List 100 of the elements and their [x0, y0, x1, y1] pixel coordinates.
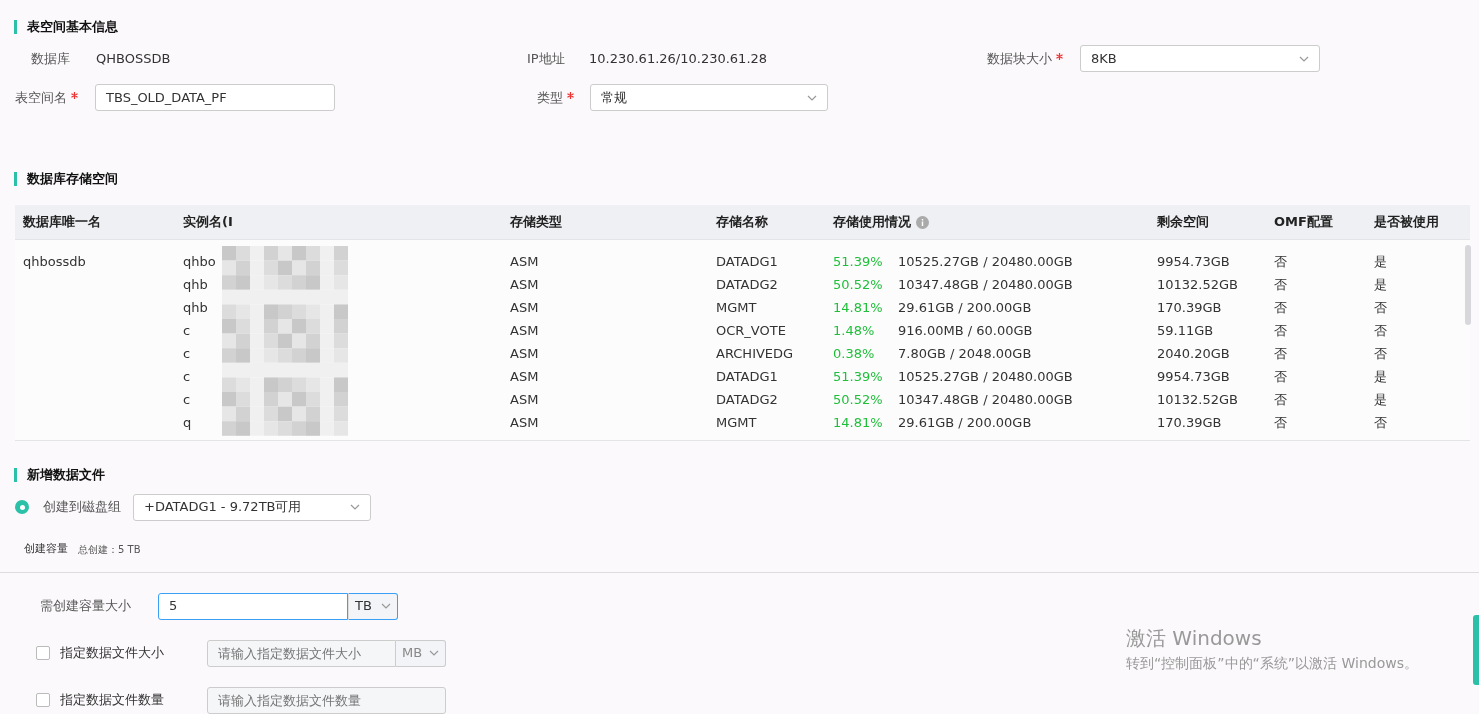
- usage-percent: 51.39%: [833, 252, 884, 271]
- section-title: 表空间基本信息: [14, 20, 1479, 34]
- text-input[interactable]: 5: [158, 592, 348, 620]
- table-cell-text: 否: [1374, 298, 1388, 317]
- table-cell-text: 是: [1374, 275, 1388, 294]
- table-cell: 916.00MB / 60.00GB: [898, 322, 1033, 338]
- column-header: 是否被使用: [1374, 213, 1440, 232]
- table-cell-text: 否: [1274, 344, 1288, 363]
- table-cell-text: qhb: [183, 275, 209, 294]
- table-cell-text: DATADG2: [716, 390, 779, 409]
- field-label: 数据库: [31, 49, 70, 68]
- field-label: 表空间名: [15, 88, 67, 107]
- checkbox[interactable]: [36, 693, 50, 707]
- unit-select[interactable]: TB: [348, 592, 398, 620]
- table-cell-text: 否: [1274, 298, 1288, 317]
- table-cell-text: ASM: [510, 252, 540, 271]
- table-cell-text: DATADG1: [716, 252, 779, 271]
- table-cell-text: 否: [1274, 321, 1288, 340]
- column-header: 数据库唯一名: [23, 213, 102, 232]
- column-header: 剩余空间: [1157, 213, 1210, 232]
- table-cell-text: 2040.20GB: [1157, 344, 1231, 363]
- field-label: 数据块大小: [987, 49, 1052, 68]
- checkbox[interactable]: [36, 646, 50, 660]
- select-field[interactable]: +DATADG1 - 9.72TB可用: [133, 493, 371, 521]
- table-cell-text: 否: [1374, 321, 1388, 340]
- table-cell-text: 9954.73GB: [1157, 252, 1231, 271]
- table-cell-text: MGMT: [716, 413, 758, 432]
- chevron-down-icon: [807, 94, 817, 101]
- table-cell-text: 是: [1374, 390, 1388, 409]
- table-cell: 10347.48GB / 20480.00GB: [898, 391, 1073, 407]
- table-cell-text: 是: [1374, 252, 1388, 271]
- field-label: IP地址: [527, 49, 565, 68]
- table-cell-text: ASM: [510, 390, 540, 409]
- table-cell-text: 10132.52GB: [1157, 275, 1240, 294]
- table-cell-text: OCR_VOTE: [716, 321, 787, 340]
- field-label: 需创建容量大小: [40, 597, 132, 616]
- table-cell: 29.61GB / 200.00GB: [898, 414, 1032, 430]
- table-cell-text: DATADG2: [716, 275, 779, 294]
- table-cell-text: ASM: [510, 367, 540, 386]
- chevron-down-icon: [429, 650, 439, 656]
- checkbox-label: 指定数据文件大小: [60, 644, 165, 663]
- usage-percent: 14.81%: [833, 298, 884, 317]
- usage-percent: 50.52%: [833, 275, 884, 294]
- table-cell-text: 170.39GB: [1157, 298, 1223, 317]
- table-cell-text: 否: [1274, 252, 1288, 271]
- column-header: 存储类型: [510, 213, 563, 232]
- usage-percent: 1.48%: [833, 321, 876, 340]
- table-cell-text: 170.39GB: [1157, 413, 1223, 432]
- chevron-down-icon: [1299, 55, 1309, 62]
- activation-title: 激活 Windows: [1126, 625, 1263, 652]
- table-cell-text: 否: [1374, 413, 1388, 432]
- table-cell-text: 否: [1274, 413, 1288, 432]
- field-value: 10.230.61.26/10.230.61.28: [589, 49, 768, 68]
- table-cell-text: ASM: [510, 413, 540, 432]
- table-cell-text: 9954.73GB: [1157, 367, 1231, 386]
- table-cell: 10525.27GB / 20480.00GB: [898, 253, 1073, 269]
- chevron-down-icon: [350, 504, 360, 510]
- table-cell-text: ASM: [510, 275, 540, 294]
- scrollbar-thumb[interactable]: [1465, 245, 1471, 325]
- table-cell: 7.80GB / 2048.00GB: [898, 345, 1032, 361]
- table-cell: 10525.27GB / 20480.00GB: [898, 368, 1073, 384]
- table-cell-text: DATADG1: [716, 367, 779, 386]
- column-header: 存储使用情况: [833, 212, 1157, 232]
- table-cell-text: ASM: [510, 321, 540, 340]
- usage-percent: 50.52%: [833, 390, 884, 409]
- table-cell-text: 10132.52GB: [1157, 390, 1240, 409]
- table-cell-text: 否: [1374, 344, 1388, 363]
- column-header: 实例名(I: [183, 213, 234, 232]
- table-cell-text: 否: [1274, 390, 1288, 409]
- table-cell-text: qhb: [183, 298, 209, 317]
- column-header: OMF配置: [1274, 213, 1334, 232]
- section-title: 数据库存储空间: [14, 172, 1479, 186]
- checkbox-label: 指定数据文件数量: [60, 691, 165, 710]
- table-cell-text: ARCHIVEDG: [716, 344, 795, 363]
- section-title: 新增数据文件: [14, 468, 1479, 482]
- table-cell-text: 59.11GB: [1157, 321, 1215, 340]
- select-field[interactable]: 8KB: [1080, 45, 1320, 72]
- capacity-summary: 总创建：5 TB: [78, 542, 141, 557]
- table-cell-text: 否: [1274, 367, 1288, 386]
- field-value: QHBOSSDB: [96, 49, 171, 68]
- table-cell-text: 是: [1374, 367, 1388, 386]
- table-cell-text: 否: [1274, 275, 1288, 294]
- side-tab[interactable]: [1473, 615, 1479, 685]
- capacity-label: 创建容量: [24, 541, 68, 557]
- table-cell-text: qhbossdb: [23, 252, 87, 271]
- table-cell-text: q: [183, 413, 193, 432]
- table-cell-text: ASM: [510, 344, 540, 363]
- table-cell-text: c: [183, 344, 192, 363]
- table-cell-text: c: [183, 390, 192, 409]
- radio-button[interactable]: [15, 500, 29, 514]
- info-icon: [916, 215, 929, 229]
- table-cell-text: c: [183, 321, 192, 340]
- field-label: 类型: [537, 88, 563, 107]
- radio-label: 创建到磁盘组: [43, 498, 122, 517]
- usage-percent: 14.81%: [833, 413, 884, 432]
- table-cell-text: MGMT: [716, 298, 758, 317]
- column-header: 存储名称: [716, 213, 769, 232]
- text-input[interactable]: TBS_OLD_DATA_PF: [95, 84, 335, 111]
- select-field[interactable]: 常规: [590, 84, 828, 111]
- usage-percent: 51.39%: [833, 367, 884, 386]
